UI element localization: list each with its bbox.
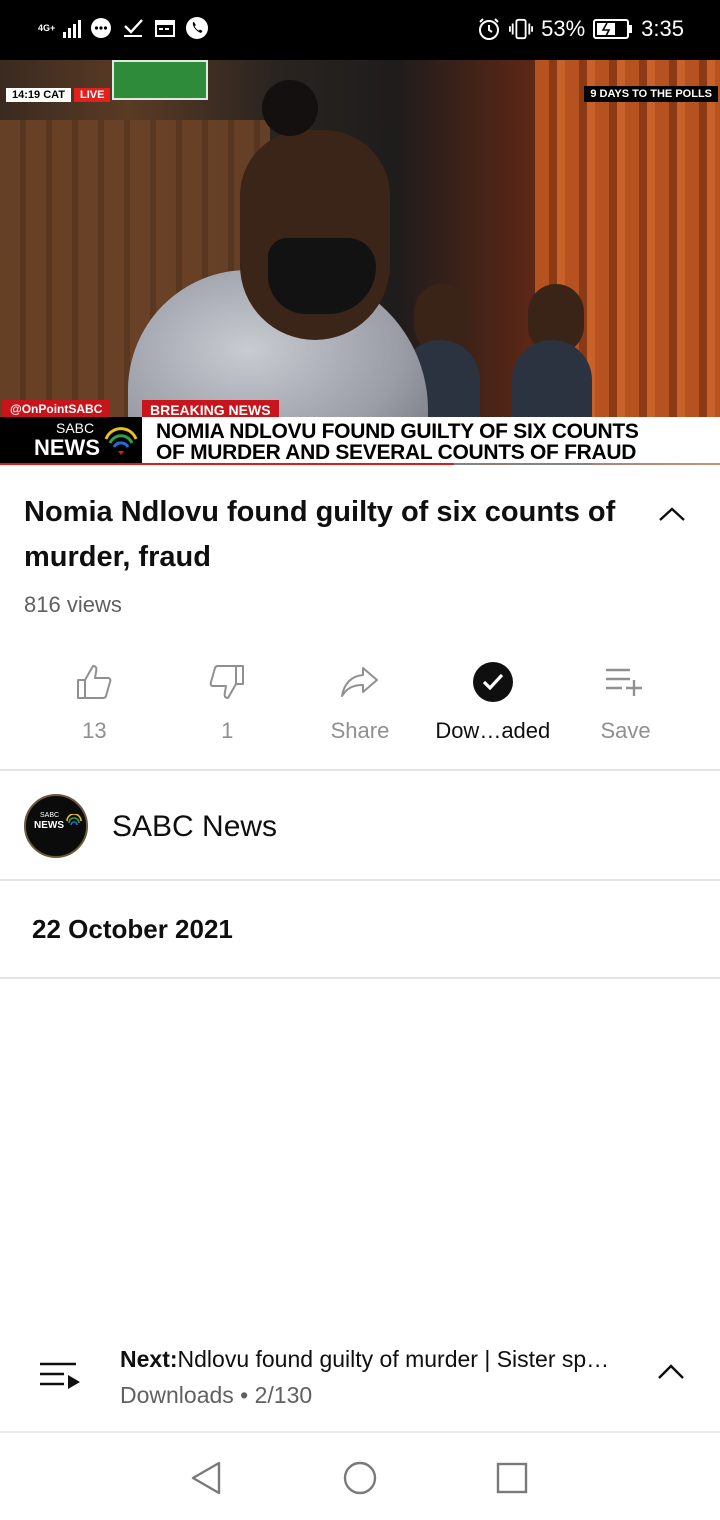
divider xyxy=(0,879,720,881)
save-button[interactable]: Save xyxy=(559,660,692,750)
video-player[interactable]: 14:19 CAT LIVE 9 DAYS TO THE POLLS @OnPo… xyxy=(0,60,720,465)
system-navigation-bar xyxy=(0,1434,720,1520)
divider xyxy=(0,769,720,771)
signal-icon xyxy=(63,18,82,38)
logo-top-text: SABC xyxy=(56,420,95,436)
back-triangle-icon xyxy=(191,1461,221,1495)
sabc-news-logo: SABC NEWS xyxy=(0,417,142,463)
like-button[interactable]: 13 xyxy=(28,660,161,750)
video-scene-person-hair xyxy=(262,80,318,136)
share-button[interactable]: Share xyxy=(294,660,427,750)
video-title-area[interactable]: Nomia Ndlovu found guilty of six counts … xyxy=(24,490,624,580)
chevron-up-icon xyxy=(659,507,685,521)
divider xyxy=(0,977,720,979)
nav-recents-button[interactable] xyxy=(492,1458,532,1498)
phone-icon xyxy=(185,16,209,40)
polls-countdown-chip: 9 DAYS TO THE POLLS xyxy=(584,86,718,102)
live-chip: LIVE xyxy=(74,88,111,102)
logo-bottom-text: NEWS xyxy=(34,435,100,460)
broadcast-time-chip: 14:19 CAT xyxy=(6,88,71,102)
playlist-add-icon xyxy=(604,660,648,704)
status-right-icons: 53% 3:35 xyxy=(477,16,684,42)
recents-square-icon xyxy=(496,1462,528,1494)
thumbs-down-icon xyxy=(207,660,247,704)
battery-percent: 53% xyxy=(541,16,586,41)
avatar-top-text: SABC xyxy=(40,812,60,819)
expand-queue-button[interactable] xyxy=(656,1362,686,1387)
publish-date: 22 October 2021 xyxy=(32,914,233,944)
nav-back-button[interactable] xyxy=(186,1458,226,1498)
video-title: Nomia Ndlovu found guilty of six counts … xyxy=(24,496,616,573)
save-label: Save xyxy=(600,718,651,743)
channel-avatar[interactable]: SABC NEWS xyxy=(24,794,88,858)
playback-progress-track[interactable] xyxy=(0,463,720,465)
expand-description-button[interactable] xyxy=(652,496,692,532)
battery-charging-icon xyxy=(593,17,633,41)
download-done-icon xyxy=(121,16,145,40)
up-next-title: Ndlovu found guilty of murder | Sister s… xyxy=(177,1346,610,1372)
broadcast-arc-icon xyxy=(104,427,138,455)
vibrate-icon xyxy=(509,17,534,41)
share-icon xyxy=(339,660,381,704)
dislike-button[interactable]: 1 xyxy=(161,660,294,750)
news-lower-third: SABC NEWS NOMIA NDLOVU FOUND GUILTY OF S… xyxy=(0,417,720,463)
chevron-up-icon xyxy=(658,1364,684,1379)
up-next-playlist-info: Downloads • 2/130 xyxy=(120,1382,313,1408)
up-next-prefix: Next: xyxy=(120,1346,178,1372)
dislike-count: 1 xyxy=(221,718,234,743)
messages-icon xyxy=(89,16,113,40)
avatar-bottom-text: NEWS xyxy=(34,820,64,831)
view-count: 816 views xyxy=(24,592,122,617)
broadcast-arc-icon xyxy=(66,814,82,826)
share-label: Share xyxy=(330,718,390,743)
up-next-bar[interactable]: Next:Ndlovu found guilty of murder | Sis… xyxy=(0,1330,720,1432)
ticker-line-1: NOMIA NDLOVU FOUND GUILTY OF SIX COUNTS xyxy=(156,420,639,443)
calendar-icon xyxy=(153,16,177,40)
download-label: Dow…aded xyxy=(435,718,551,743)
up-next-title-line: Next:Ndlovu found guilty of murder | Sis… xyxy=(120,1346,640,1373)
playback-progress-fill xyxy=(0,463,454,465)
network-type-label: 4G+ xyxy=(38,22,56,33)
home-circle-icon xyxy=(343,1461,377,1495)
divider xyxy=(0,1431,720,1433)
like-count: 13 xyxy=(82,718,107,743)
status-bar: 4G+ 53% 3:35 xyxy=(0,0,720,60)
status-left-icons: 4G+ xyxy=(38,16,209,40)
nav-home-button[interactable] xyxy=(340,1458,380,1498)
thumbs-up-icon xyxy=(74,660,114,704)
channel-name[interactable]: SABC News xyxy=(112,810,277,844)
exit-sign-graphic xyxy=(112,60,208,100)
channel-row[interactable]: SABC NEWS SABC News xyxy=(0,772,720,880)
news-ticker: NOMIA NDLOVU FOUND GUILTY OF SIX COUNTS … xyxy=(156,421,639,463)
ticker-line-2: OF MURDER AND SEVERAL COUNTS OF FRAUD xyxy=(156,441,637,464)
action-bar: 13 1 Share Dow…aded Save xyxy=(28,660,692,750)
download-button[interactable]: Dow…aded xyxy=(426,660,559,750)
check-circle-icon xyxy=(472,660,514,704)
clock: 3:35 xyxy=(641,16,684,41)
social-handle-chip: @OnPointSABC xyxy=(2,400,111,418)
playlist-queue-icon xyxy=(38,1360,82,1395)
alarm-icon xyxy=(477,17,501,41)
